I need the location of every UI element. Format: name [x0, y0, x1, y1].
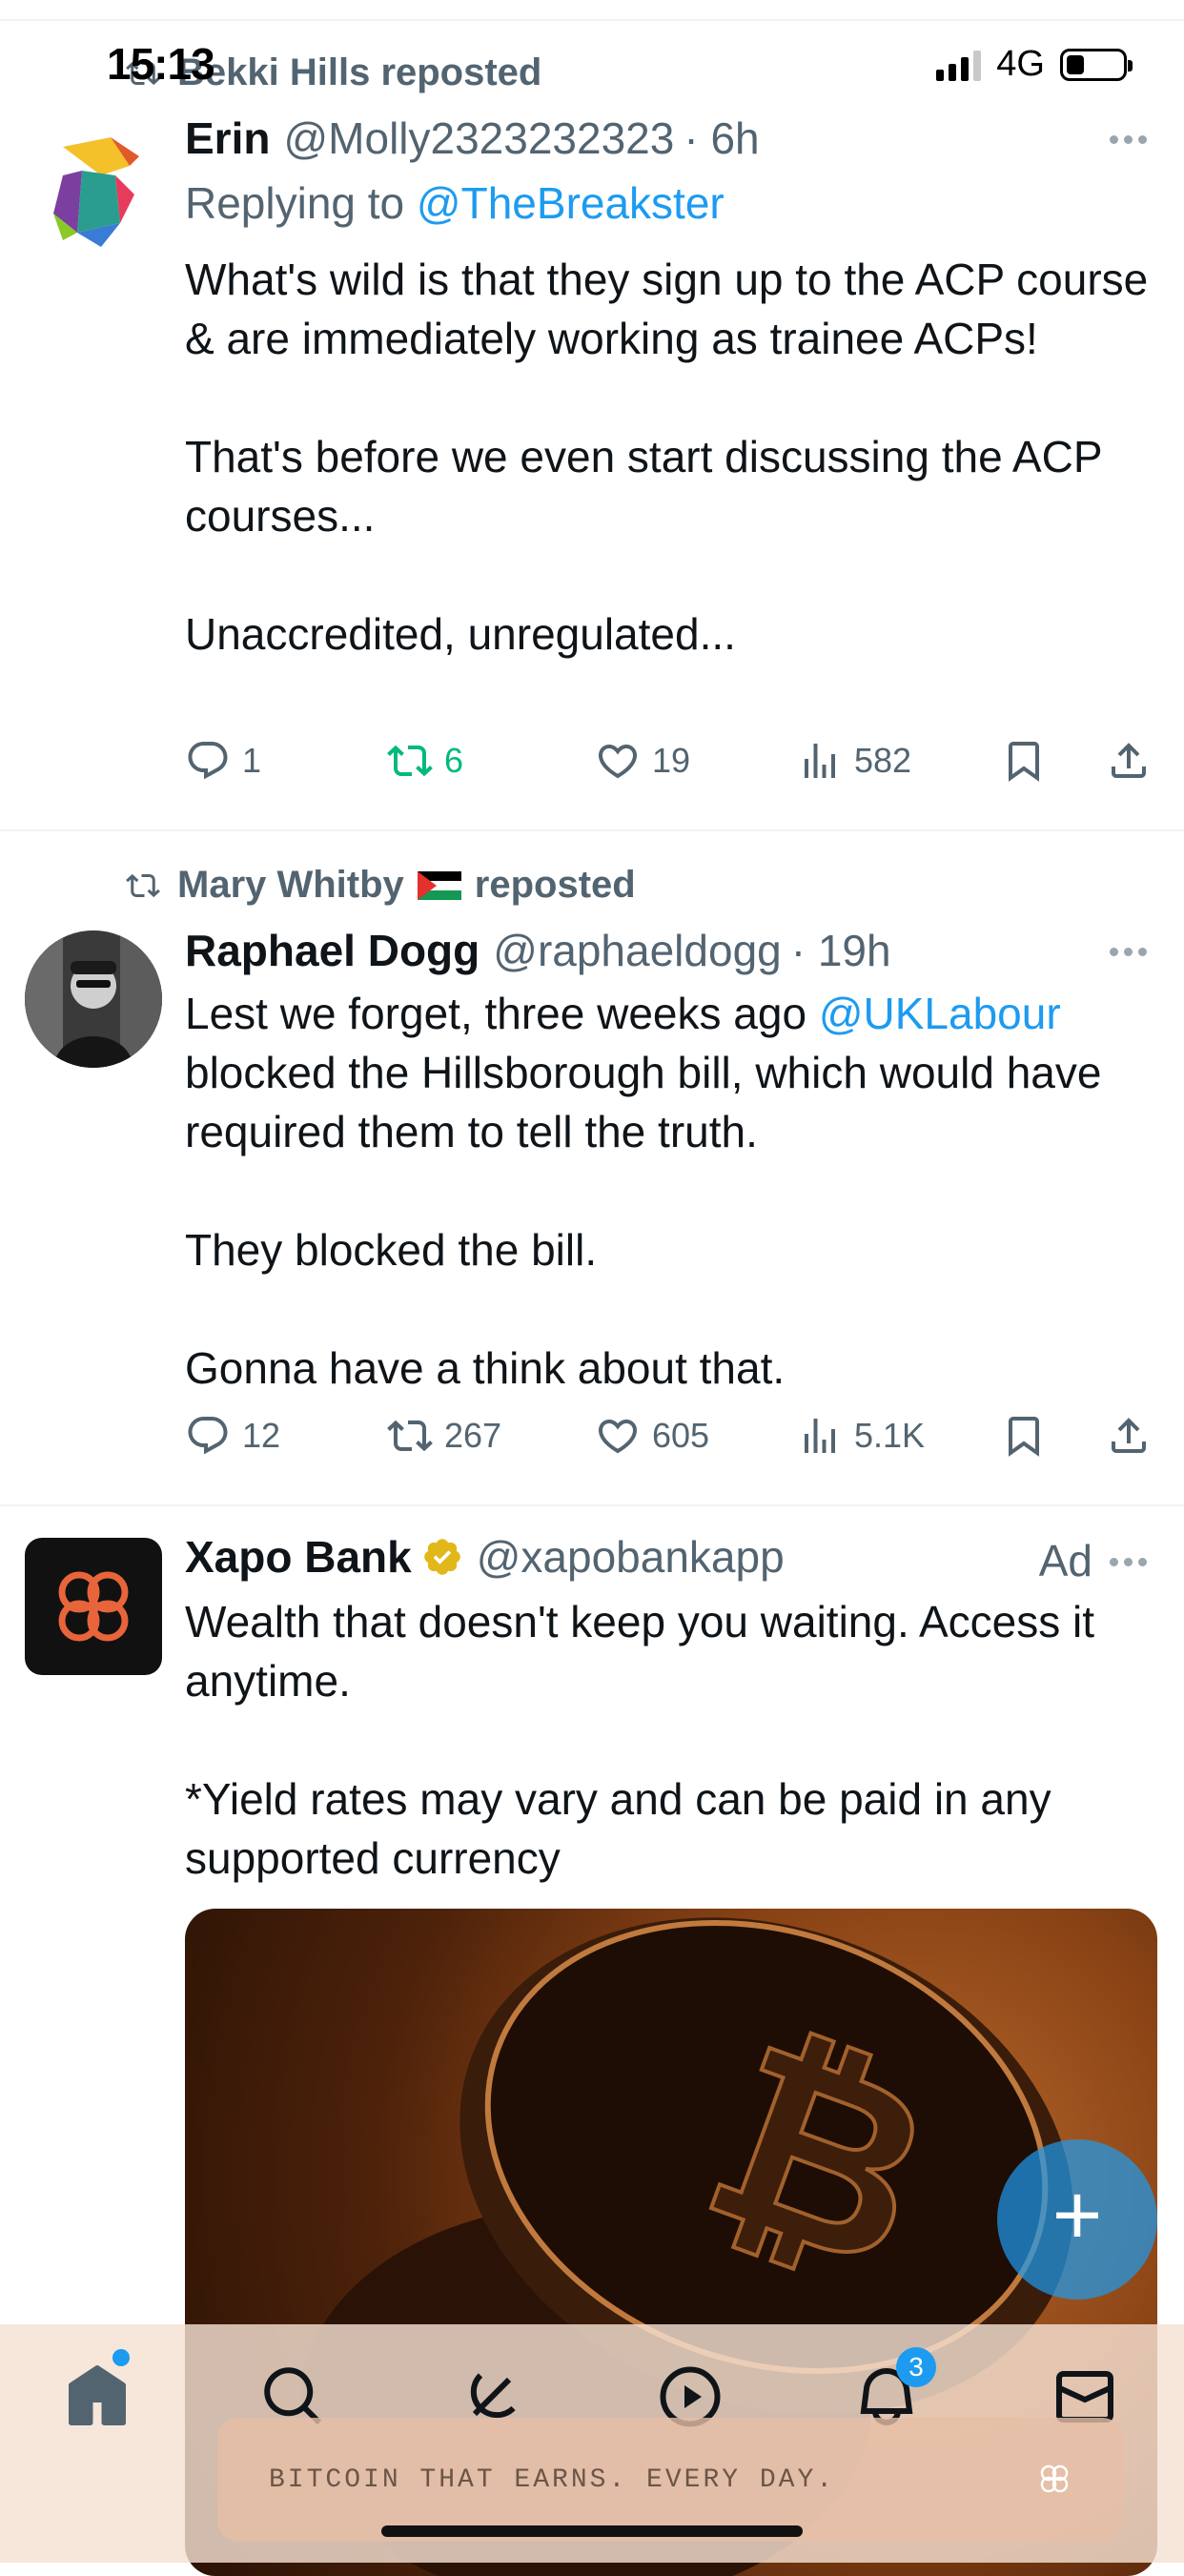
heart-icon — [598, 1420, 638, 1454]
network-label: 4G — [996, 44, 1045, 84]
repost-icon — [126, 873, 160, 897]
avatar[interactable] — [25, 118, 162, 256]
like-count: 605 — [652, 1416, 710, 1455]
tweet-paragraph: They blocked the bill. — [185, 1225, 598, 1275]
tweet-time: · 19h — [790, 926, 891, 975]
notifications-badge: 3 — [896, 2347, 936, 2387]
banner-text: BITCOIN THAT EARNS. EVERY DAY. — [269, 2465, 836, 2495]
plus-icon: + — [1051, 2168, 1103, 2263]
text-segment: blocked the Hillsborough bill, which wou… — [185, 1048, 1102, 1156]
tweet-text[interactable]: Wealth that doesn't keep you waiting. Ac… — [185, 1592, 1157, 1888]
author-handle[interactable]: @xapobankapp — [477, 1531, 785, 1583]
avatar[interactable] — [25, 930, 162, 1068]
bookmark-icon — [1009, 1417, 1039, 1457]
tweet-actions: 12 267 605 5.1K — [185, 1413, 1157, 1470]
author-handle[interactable]: @Molly2323232323 — [283, 112, 674, 164]
social-context-label: Bekki Hills reposted — [177, 51, 542, 93]
more-options-icon[interactable] — [1110, 135, 1152, 144]
tweet-header: Raphael Dogg @raphaeldogg · 19h — [185, 925, 891, 976]
tweet-header: Xapo Bank @xapobankapp — [185, 1531, 785, 1583]
like-button[interactable]: 19 — [595, 738, 690, 784]
views-icon — [805, 1419, 835, 1453]
status-time: 15:13 — [107, 39, 215, 89]
signal-icon — [936, 49, 982, 81]
repost-icon — [387, 745, 433, 777]
views-count: 5.1K — [854, 1416, 926, 1455]
tweet-time: · 6h — [684, 113, 760, 163]
xapo-logo-icon — [1040, 2464, 1069, 2493]
repost-icon — [387, 1420, 433, 1452]
tweet-paragraph: Lest we forget, three weeks ago @UKLabou… — [185, 984, 1157, 1161]
avatar[interactable] — [25, 1538, 162, 1675]
social-context[interactable]: Mary Whitby reposted — [122, 864, 636, 907]
like-button[interactable]: 605 — [595, 1413, 709, 1459]
author-handle[interactable]: @raphaeldogg — [493, 925, 781, 976]
replying-to-mention[interactable]: @TheBreakster — [417, 178, 725, 228]
text-segment: Lest we forget, three weeks ago — [185, 989, 819, 1038]
tweet-paragraph: What's wild is that they sign up to the … — [185, 255, 1149, 363]
tweet-paragraph: Unaccredited, unregulated... — [185, 609, 736, 659]
bookmark-button[interactable] — [1001, 1413, 1047, 1459]
top-divider — [0, 19, 1184, 21]
repost-button[interactable]: 6 — [387, 738, 463, 784]
author-name[interactable]: Xapo Bank — [185, 1531, 412, 1583]
share-icon — [1112, 743, 1146, 778]
repost-count: 267 — [444, 1416, 502, 1455]
ad-banner[interactable]: BITCOIN THAT EARNS. EVERY DAY. — [217, 2418, 1123, 2542]
status-icons: 4G — [936, 44, 1133, 85]
views-button[interactable]: 5.1K — [797, 1413, 925, 1459]
social-context-name: Mary Whitby — [177, 864, 404, 906]
author-name[interactable]: Erin — [185, 112, 270, 164]
reply-icon — [188, 1417, 228, 1455]
compose-button[interactable]: + — [997, 2139, 1157, 2300]
repost-count: 6 — [444, 741, 464, 780]
views-button[interactable]: 582 — [797, 738, 911, 784]
tweet-divider — [0, 1504, 1184, 1506]
share-icon — [1112, 1418, 1146, 1453]
tweet-paragraph: *Yield rates may vary and can be paid in… — [185, 1774, 1051, 1883]
tweet-header: Erin @Molly2323232323 · 6h — [185, 112, 760, 164]
replying-to-label: Replying to — [185, 178, 405, 228]
views-count: 582 — [854, 741, 912, 780]
replying-to: Replying to @TheBreakster — [185, 177, 725, 229]
social-context-suffix: reposted — [474, 864, 636, 906]
reply-count: 1 — [242, 741, 262, 780]
home-icon[interactable] — [63, 2362, 132, 2431]
share-button[interactable] — [1106, 738, 1152, 784]
more-options-icon[interactable] — [1110, 1558, 1152, 1566]
verified-badge-icon — [423, 1539, 460, 1575]
home-indicator — [381, 2525, 803, 2537]
tweet-paragraph: That's before we even start discussing t… — [185, 432, 1102, 541]
repost-button[interactable]: 267 — [387, 1413, 501, 1459]
tweet-text[interactable]: What's wild is that they sign up to the … — [185, 250, 1157, 664]
tweet-paragraph: Gonna have a think about that. — [185, 1343, 786, 1393]
reply-icon — [188, 742, 228, 780]
more-options-icon[interactable] — [1110, 948, 1152, 956]
like-count: 19 — [652, 741, 691, 780]
bookmark-button[interactable] — [1001, 738, 1047, 784]
share-button[interactable] — [1106, 1413, 1152, 1459]
bookmark-icon — [1009, 742, 1039, 782]
mention-link[interactable]: @UKLabour — [819, 989, 1061, 1038]
reply-button[interactable]: 12 — [185, 1413, 280, 1459]
home-unread-dot — [112, 2349, 130, 2366]
views-icon — [805, 744, 835, 778]
tweet-text[interactable]: Lest we forget, three weeks ago @UKLabou… — [185, 984, 1157, 1398]
xapo-logo-icon — [58, 1571, 129, 1642]
ad-label: Ad — [1038, 1536, 1092, 1585]
heart-icon — [598, 745, 638, 779]
tweet-divider — [0, 829, 1184, 831]
reply-count: 12 — [242, 1416, 281, 1455]
author-name[interactable]: Raphael Dogg — [185, 925, 480, 976]
palestine-flag-icon — [417, 870, 461, 900]
reply-button[interactable]: 1 — [185, 738, 261, 784]
battery-icon — [1060, 48, 1133, 81]
tweet-paragraph: Wealth that doesn't keep you waiting. Ac… — [185, 1597, 1095, 1706]
tweet-actions: 1 6 19 582 — [185, 738, 1157, 795]
